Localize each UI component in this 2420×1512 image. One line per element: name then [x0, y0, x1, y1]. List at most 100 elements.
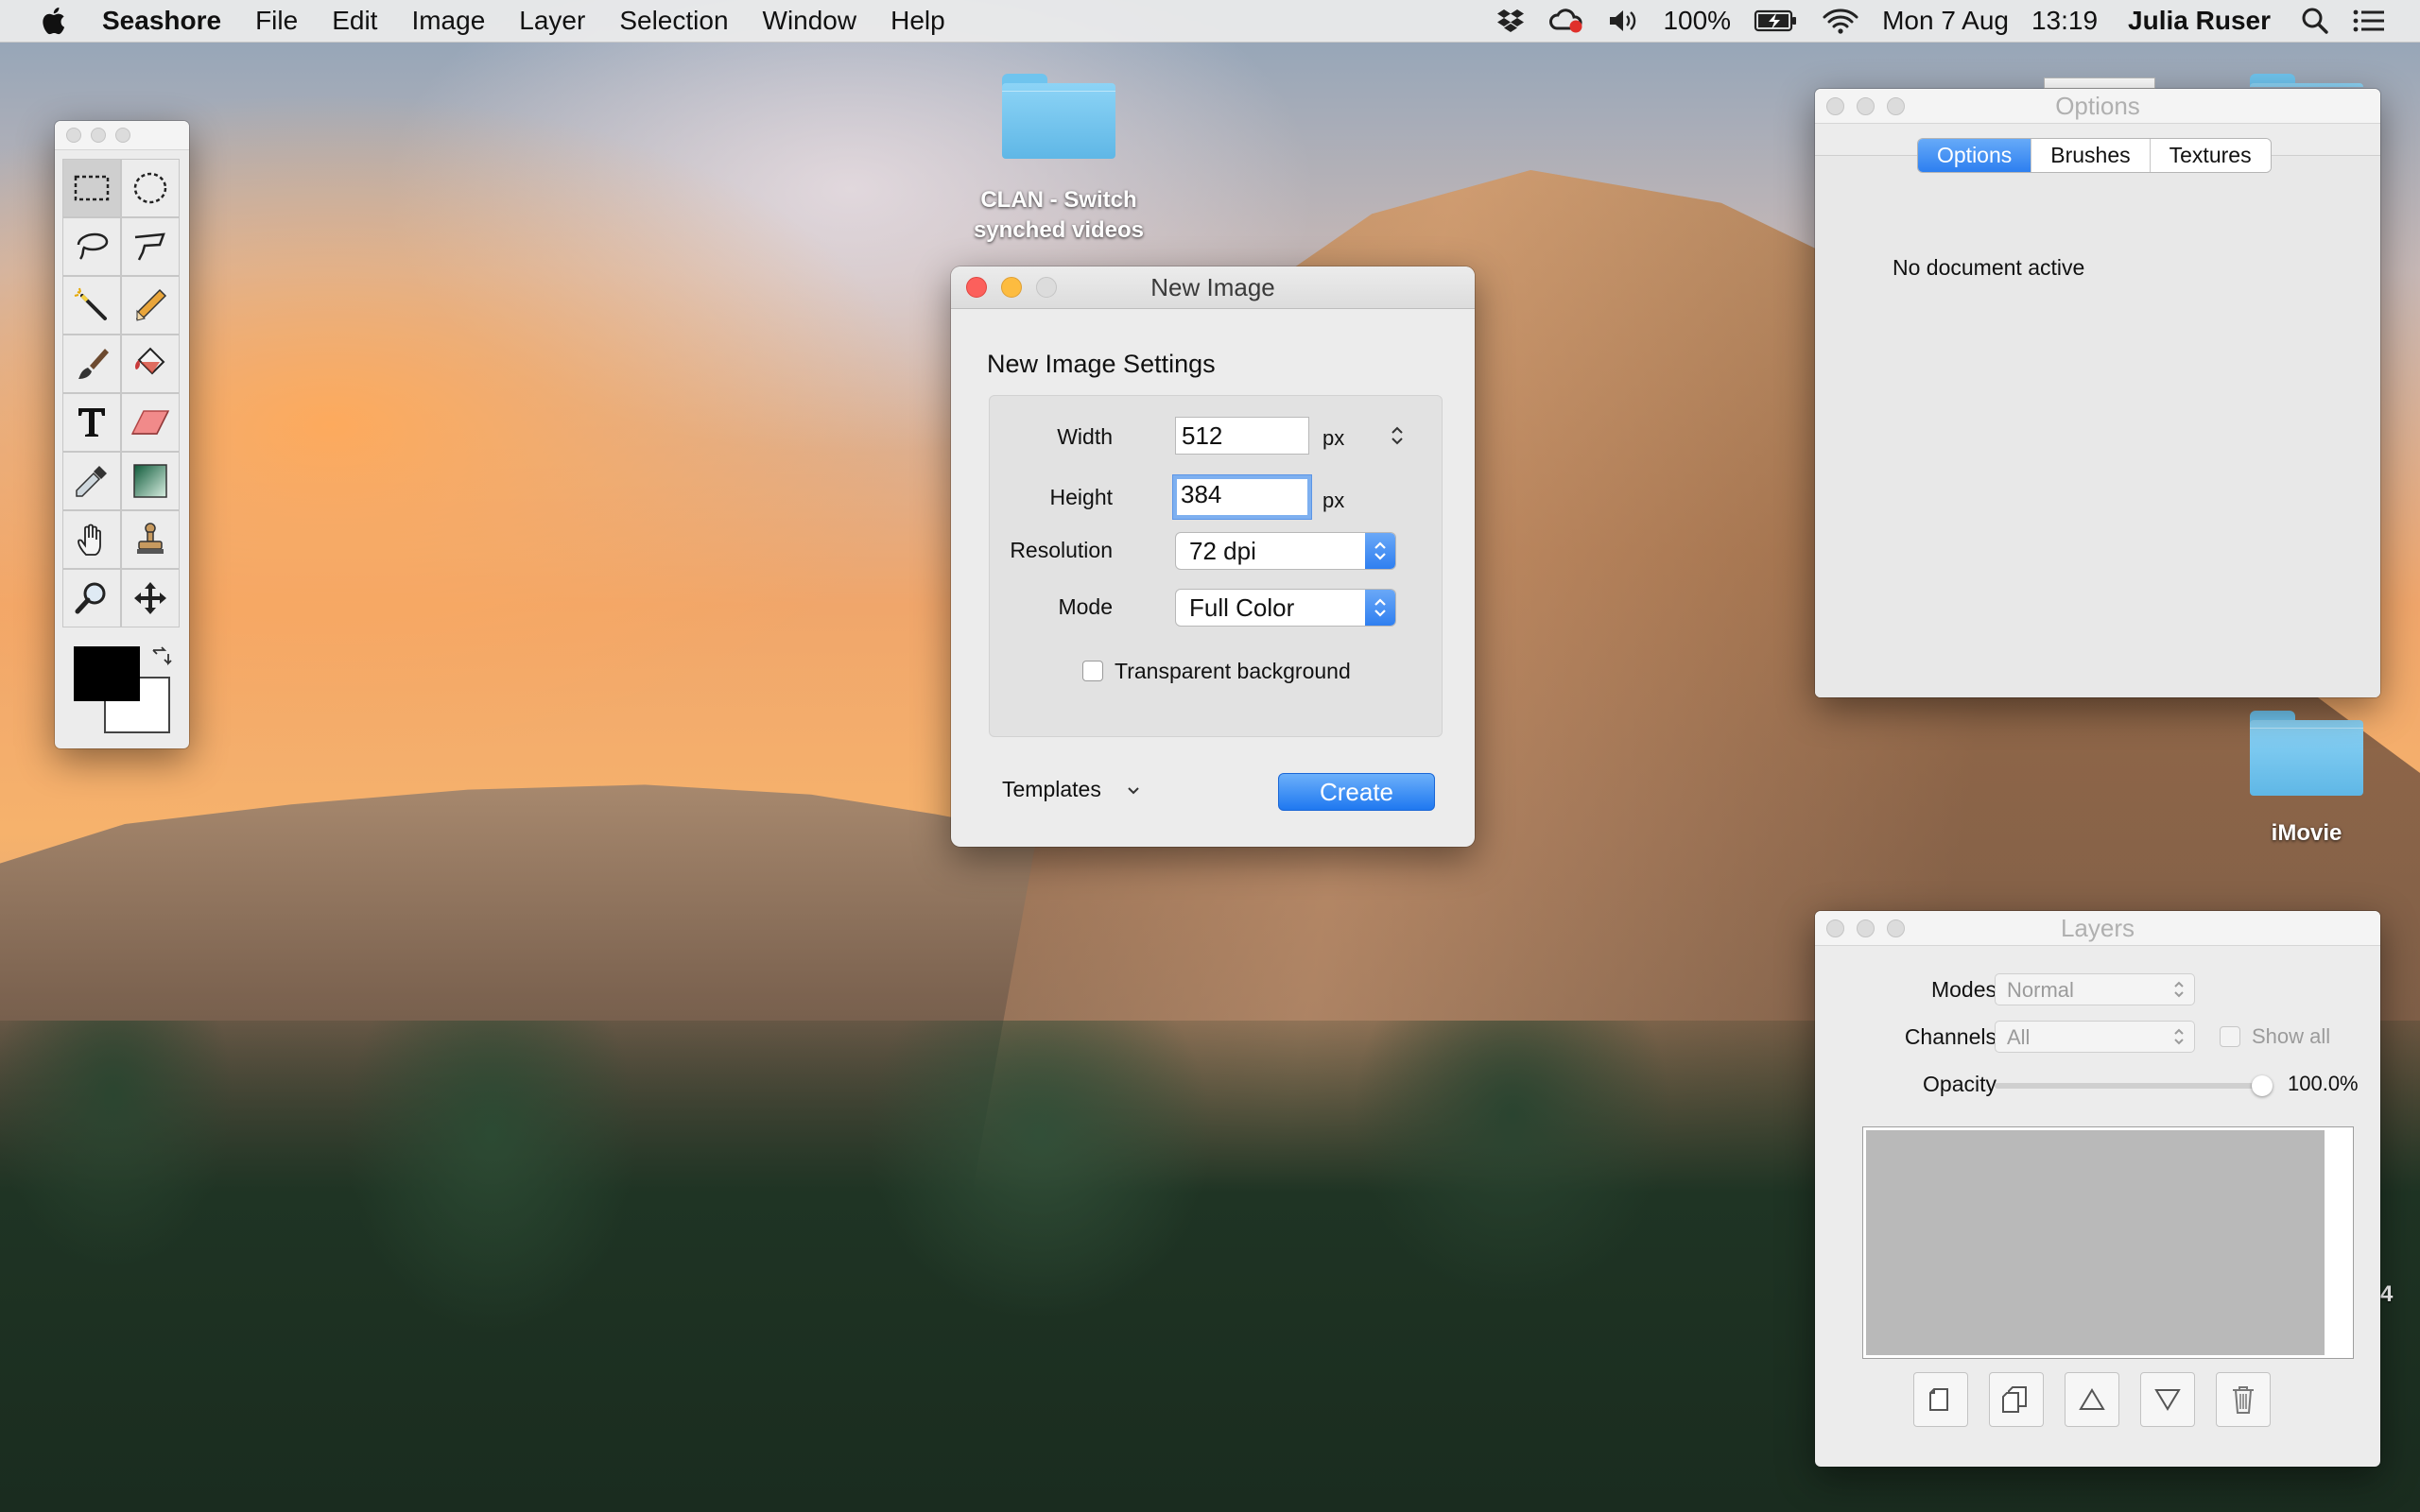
minimize-button[interactable] — [1001, 277, 1022, 298]
transparent-background-checkbox[interactable] — [1082, 661, 1103, 681]
desktop-folder-imovie[interactable]: iMovie — [2250, 711, 2363, 847]
eraser-tool[interactable] — [121, 393, 180, 452]
layer-list[interactable] — [1862, 1126, 2354, 1359]
opacity-slider-track[interactable] — [1995, 1083, 2261, 1089]
zoom-button[interactable] — [1036, 277, 1057, 298]
dropbox-icon[interactable] — [1485, 0, 1536, 42]
width-field[interactable]: 512 — [1175, 417, 1309, 455]
link-dimensions-stepper-icon[interactable] — [1391, 424, 1404, 452]
menubar-date[interactable]: Mon 7 Aug — [1871, 6, 2020, 36]
layer-button-bar — [1913, 1372, 2271, 1427]
height-unit: px — [1322, 489, 1345, 512]
polygon-lasso-tool[interactable] — [121, 217, 180, 276]
close-button[interactable] — [1826, 919, 1844, 937]
folder-icon — [2250, 74, 2363, 87]
create-button[interactable]: Create — [1278, 773, 1435, 811]
close-button[interactable] — [966, 277, 987, 298]
desktop-document-icon-partial[interactable] — [2044, 77, 2155, 89]
width-label: Width — [1057, 424, 1113, 449]
menu-window[interactable]: Window — [746, 6, 874, 36]
minimize-button[interactable] — [1857, 919, 1875, 937]
modes-popup[interactable]: Normal — [1995, 973, 2195, 1005]
window-controls — [1826, 96, 1905, 115]
clone-stamp-tool[interactable] — [121, 510, 180, 569]
magic-wand-tool[interactable] — [62, 276, 121, 335]
fast-user-switch[interactable]: Julia Ruser — [2109, 6, 2290, 36]
options-tab-control: Options Brushes Textures — [1917, 138, 2272, 173]
volume-icon[interactable] — [1597, 0, 1651, 42]
spotlight-search-icon[interactable] — [2290, 0, 2341, 42]
minimize-button[interactable] — [1857, 96, 1875, 115]
menu-image[interactable]: Image — [394, 6, 502, 36]
minimize-button[interactable] — [91, 128, 106, 143]
folder-icon — [2250, 711, 2363, 796]
opacity-slider-knob[interactable] — [2252, 1075, 2273, 1096]
height-field[interactable]: 384 — [1173, 475, 1311, 519]
resolution-popup[interactable]: 72 dpi — [1175, 532, 1396, 570]
mode-popup[interactable]: Full Color — [1175, 589, 1396, 627]
zoom-button[interactable] — [1887, 96, 1905, 115]
close-button[interactable] — [1826, 96, 1844, 115]
menu-selection[interactable]: Selection — [602, 6, 745, 36]
brush-tool[interactable] — [62, 335, 121, 393]
wifi-icon[interactable] — [1810, 0, 1871, 42]
new-image-titlebar[interactable]: New Image — [951, 266, 1475, 309]
window-controls — [1826, 919, 1905, 937]
menu-file[interactable]: File — [238, 6, 315, 36]
channels-value: All — [2007, 1025, 2031, 1049]
battery-charging-icon[interactable] — [1742, 0, 1810, 42]
layers-titlebar[interactable]: Layers — [1815, 911, 2380, 946]
show-all-checkbox[interactable] — [2220, 1026, 2240, 1047]
zoom-button[interactable] — [1887, 919, 1905, 937]
move-tool[interactable] — [121, 569, 180, 627]
zoom-tool[interactable] — [62, 569, 121, 627]
lasso-tool[interactable] — [62, 217, 121, 276]
eyedropper-tool[interactable] — [62, 452, 121, 510]
folder-icon — [1002, 74, 1115, 159]
toolbox-window — [55, 121, 189, 748]
notification-center-icon[interactable] — [2341, 0, 2397, 42]
paint-bucket-tool[interactable] — [121, 335, 180, 393]
lower-layer-button[interactable] — [2140, 1372, 2195, 1427]
close-button[interactable] — [66, 128, 81, 143]
chevron-updown-icon — [2173, 980, 2185, 1005]
creative-cloud-icon[interactable] — [1536, 0, 1597, 42]
foreground-color-swatch[interactable] — [74, 646, 140, 701]
delete-layer-button[interactable] — [2216, 1372, 2271, 1427]
options-window: Options Options Brushes Textures No docu… — [1815, 89, 2380, 697]
ellipse-select-tool[interactable] — [121, 159, 180, 217]
color-well[interactable] — [74, 646, 172, 741]
desktop-folder-partial[interactable] — [2250, 74, 2363, 87]
menu-edit[interactable]: Edit — [315, 6, 394, 36]
layers-window: Layers Modes Normal Channels All Show al… — [1815, 911, 2380, 1467]
tool-grid — [62, 159, 180, 627]
desktop-folder-clan-switch[interactable]: CLAN - Switch synched videos — [955, 74, 1163, 246]
duplicate-layer-button[interactable] — [1989, 1372, 2044, 1427]
text-tool[interactable] — [62, 393, 121, 452]
options-titlebar[interactable]: Options — [1815, 89, 2380, 124]
channels-label: Channels — [1904, 1024, 1996, 1049]
templates-popup[interactable]: Templates — [1002, 777, 1141, 802]
apple-menu-icon[interactable] — [32, 7, 74, 35]
gradient-tool[interactable] — [121, 452, 180, 510]
tab-brushes[interactable]: Brushes — [2031, 139, 2151, 172]
tab-options[interactable]: Options — [1918, 139, 2032, 172]
toolbox-titlebar[interactable] — [55, 121, 189, 150]
mode-value: Full Color — [1189, 593, 1295, 622]
tab-textures[interactable]: Textures — [2150, 139, 2271, 172]
channels-popup[interactable]: All — [1995, 1021, 2195, 1053]
smudge-hand-tool[interactable] — [62, 510, 121, 569]
swap-colors-icon[interactable] — [149, 646, 172, 672]
menu-app-name[interactable]: Seashore — [102, 6, 238, 36]
new-layer-button[interactable] — [1913, 1372, 1968, 1427]
rect-select-tool[interactable] — [62, 159, 121, 217]
layer-list-empty-area — [1866, 1130, 2325, 1355]
menu-help[interactable]: Help — [873, 6, 962, 36]
pencil-tool[interactable] — [121, 276, 180, 335]
menubar-time[interactable]: 13:19 — [2020, 6, 2109, 36]
menu-layer[interactable]: Layer — [502, 6, 602, 36]
raise-layer-button[interactable] — [2065, 1372, 2119, 1427]
resolution-label: Resolution — [1010, 538, 1113, 562]
zoom-button[interactable] — [115, 128, 130, 143]
desktop-icon-label-line2: synched videos — [973, 217, 1145, 243]
